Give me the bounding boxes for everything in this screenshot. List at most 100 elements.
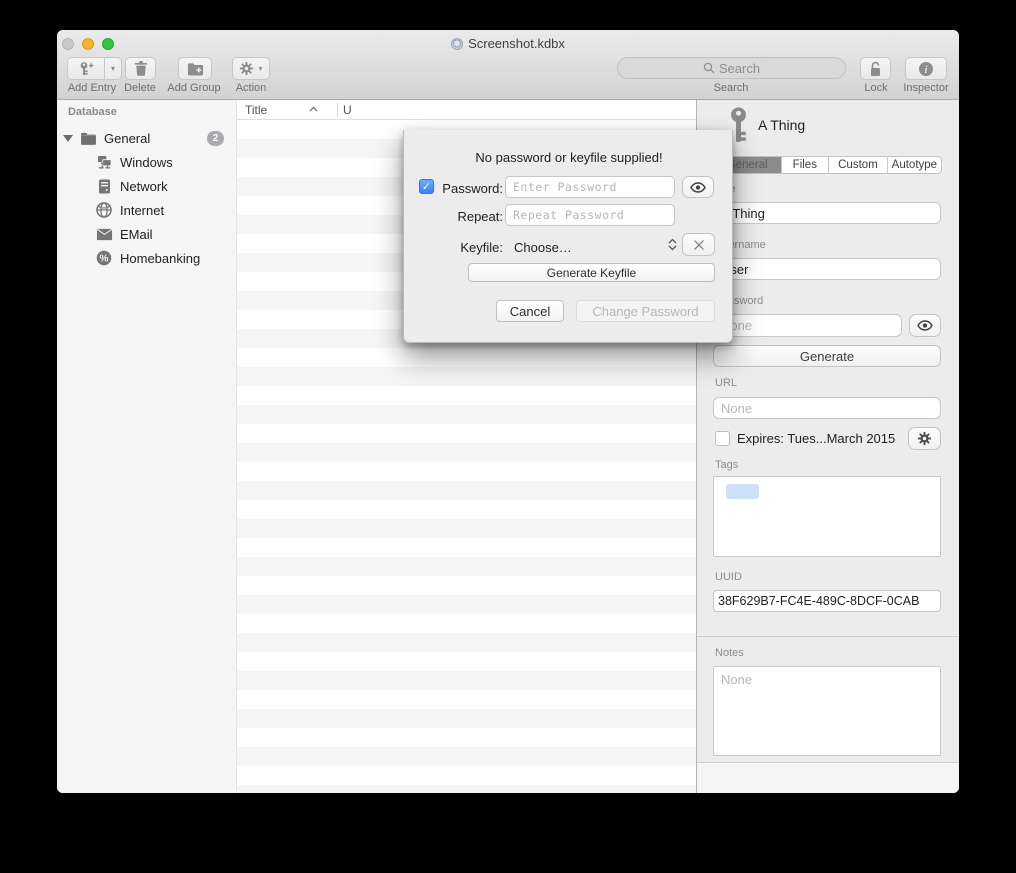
tags-field[interactable]: [713, 476, 941, 557]
sidebar-item-windows[interactable]: Windows: [57, 150, 237, 174]
inspector-tabs: General Files Custom Autotype: [713, 156, 942, 174]
search-label: Search: [714, 82, 749, 94]
window-chrome: Screenshot.kdbx ▾ Add Entry Delete: [57, 30, 959, 100]
percent-icon: %: [95, 250, 113, 266]
repeat-label: Repeat:: [438, 209, 503, 224]
search-placeholder: Search: [719, 61, 760, 76]
lock-label: Lock: [864, 82, 887, 94]
password-label: Password:: [438, 181, 503, 196]
server-icon: [95, 179, 113, 194]
svg-text:i: i: [925, 65, 928, 76]
unlock-icon: [868, 61, 883, 77]
add-entry-label: Add Entry: [68, 82, 116, 94]
sidebar-item-email[interactable]: EMail: [57, 222, 237, 246]
lock-button[interactable]: [860, 57, 891, 80]
inspector-panel: A Thing General Files Custom Autotype Ti…: [696, 100, 959, 793]
keyfile-popup[interactable]: Choose…: [514, 240, 572, 255]
tab-custom[interactable]: Custom: [828, 157, 887, 173]
search-icon: [703, 62, 715, 74]
folder-icon: [79, 132, 97, 145]
sidebar-item-label: General: [104, 131, 150, 146]
inspector-footer: [697, 763, 959, 793]
window-title: Screenshot.kdbx: [57, 36, 959, 51]
tag-pill[interactable]: [726, 484, 759, 499]
sidebar: Database General 2 Windows: [57, 100, 237, 793]
delete-label: Delete: [124, 82, 156, 94]
sort-ascending-icon: [309, 106, 318, 112]
enter-password-input[interactable]: Enter Password: [505, 176, 675, 198]
trash-icon: [134, 61, 148, 76]
expires-settings-button[interactable]: [908, 427, 941, 450]
sidebar-item-homebanking[interactable]: % Homebanking: [57, 246, 237, 270]
add-group-button[interactable]: [178, 57, 212, 80]
eye-icon: [690, 182, 706, 193]
column-divider[interactable]: [337, 103, 338, 117]
chevron-down-icon: ▾: [258, 64, 262, 73]
notes-label: Notes: [715, 647, 744, 659]
section-divider: [697, 636, 959, 637]
sidebar-item-label: Homebanking: [120, 251, 200, 266]
globe-icon: [95, 202, 113, 218]
title-field[interactable]: A Thing: [713, 202, 941, 224]
url-field[interactable]: None: [713, 397, 941, 419]
column-title[interactable]: Title: [245, 103, 267, 117]
password-field[interactable]: None: [713, 314, 902, 337]
dialog-message: No password or keyfile supplied!: [404, 150, 734, 165]
svg-text:%: %: [100, 254, 109, 265]
envelope-icon: [95, 228, 113, 241]
expires-checkbox[interactable]: [715, 431, 730, 446]
sidebar-item-label: Network: [120, 179, 168, 194]
sidebar-item-general[interactable]: General 2: [57, 126, 237, 150]
add-entry-button[interactable]: [67, 57, 105, 80]
column-username[interactable]: U: [343, 103, 352, 117]
close-x-icon: [693, 239, 705, 251]
clear-keyfile-button[interactable]: [682, 233, 715, 256]
username-field[interactable]: User: [713, 258, 941, 280]
sidebar-item-network[interactable]: Network: [57, 174, 237, 198]
generate-password-button[interactable]: Generate: [713, 345, 941, 367]
cancel-button[interactable]: Cancel: [496, 300, 564, 322]
tab-files[interactable]: Files: [781, 157, 829, 173]
uuid-label: UUID: [715, 571, 742, 583]
repeat-password-input[interactable]: Repeat Password: [505, 204, 675, 226]
sidebar-section-database: Database: [68, 106, 117, 118]
tab-autotype[interactable]: Autotype: [887, 157, 941, 173]
folder-plus-icon: [187, 62, 204, 76]
change-password-dialog: No password or keyfile supplied! ✓ Passw…: [403, 130, 733, 343]
app-window: Screenshot.kdbx ▾ Add Entry Delete: [57, 30, 959, 793]
sidebar-item-label: Windows: [120, 155, 173, 170]
expires-label: Expires: Tues...March 2015: [737, 431, 895, 446]
reveal-password-button[interactable]: [682, 176, 714, 198]
sidebar-item-label: Internet: [120, 203, 164, 218]
action-label: Action: [236, 82, 267, 94]
info-icon: i: [918, 61, 934, 77]
action-button[interactable]: ▾: [232, 57, 270, 80]
windows-icon: [95, 155, 113, 170]
sidebar-item-internet[interactable]: Internet: [57, 198, 237, 222]
url-field-label: URL: [715, 377, 737, 389]
password-checkbox[interactable]: ✓: [419, 179, 434, 194]
tags-label: Tags: [715, 459, 738, 471]
kdbx-document-icon: [451, 38, 463, 50]
gear-icon: [239, 61, 254, 76]
reveal-password-button[interactable]: [909, 314, 941, 337]
add-entry-dropdown[interactable]: ▾: [105, 57, 122, 80]
gear-icon: [917, 431, 932, 446]
add-group-label: Add Group: [167, 82, 220, 94]
inspector-label: Inspector: [903, 82, 948, 94]
sidebar-item-label: EMail: [120, 227, 153, 242]
inspector-button[interactable]: i: [905, 57, 947, 80]
delete-button[interactable]: [125, 57, 156, 80]
disclosure-triangle-icon[interactable]: [63, 135, 73, 142]
key-plus-icon: [78, 61, 94, 77]
notes-field[interactable]: None: [713, 666, 941, 756]
change-password-button[interactable]: Change Password: [576, 300, 715, 322]
generate-keyfile-button[interactable]: Generate Keyfile: [468, 263, 715, 282]
uuid-field[interactable]: 38F629B7-FC4E-489C-8DCF-0CAB: [713, 590, 941, 612]
screen: Screenshot.kdbx ▾ Add Entry Delete: [0, 0, 1016, 873]
table-header: Title U: [237, 100, 696, 120]
eye-icon: [917, 320, 933, 331]
stepper-icon[interactable]: [667, 234, 677, 254]
search-input[interactable]: Search: [617, 57, 846, 79]
entry-title: A Thing: [758, 117, 805, 133]
